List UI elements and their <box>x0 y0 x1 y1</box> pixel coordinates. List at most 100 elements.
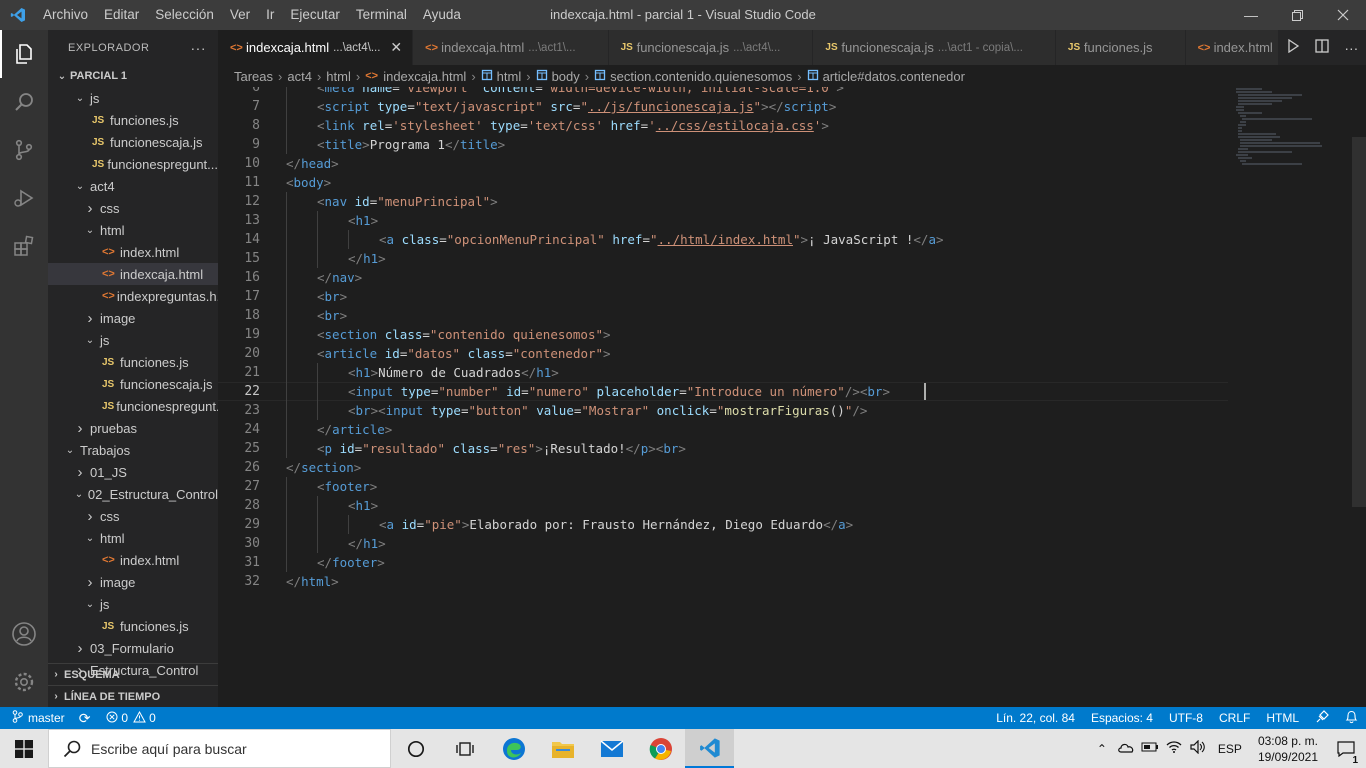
encoding[interactable]: UTF-8 <box>1161 711 1211 725</box>
menu-item[interactable]: Terminal <box>348 0 415 30</box>
notifications-icon[interactable]: 1 <box>1326 740 1366 766</box>
file-item[interactable]: JS funcionescaja.js <box>48 373 218 395</box>
breadcrumb-item[interactable]: article#datos.contenedor <box>823 69 965 84</box>
code-line[interactable]: 29 <a id="pie">Elaborado por: Frausto Her… <box>218 515 1228 534</box>
file-item[interactable]: JS funcionespregunt... <box>48 153 218 175</box>
folder-item[interactable]: › image <box>48 307 218 329</box>
folder-item[interactable]: ⌄ Trabajos <box>48 439 218 461</box>
folder-item[interactable]: ⌄ js <box>48 87 218 109</box>
code-line[interactable]: 25 <p id="resultado" class="res">¡Resulta… <box>218 439 1228 458</box>
file-item[interactable]: <> indexcaja.html <box>48 263 218 285</box>
folder-item[interactable]: › css <box>48 505 218 527</box>
language-mode[interactable]: HTML <box>1258 711 1307 725</box>
folder-item[interactable]: ⌄ html <box>48 219 218 241</box>
outline-section[interactable]: › ESQUEMA <box>48 663 218 685</box>
menu-item[interactable]: Archivo <box>35 0 96 30</box>
code-line[interactable]: 32 </html> <box>218 572 1228 591</box>
onedrive-icon[interactable] <box>1114 741 1138 756</box>
editor-tab[interactable]: <> indexcaja.html ...\act1\... <box>413 30 609 65</box>
code-editor[interactable]: 6 <meta name="viewport" content="width=de… <box>218 87 1366 707</box>
breadcrumb-item[interactable]: act4 <box>287 69 312 84</box>
file-item[interactable]: JS funcionespregunt... <box>48 395 218 417</box>
folder-item[interactable]: › pruebas <box>48 417 218 439</box>
edge-icon[interactable] <box>489 729 538 768</box>
close-tab-icon[interactable]: ✕ <box>390 39 402 56</box>
vertical-scrollbar[interactable] <box>1352 137 1366 507</box>
folder-item[interactable]: ⌄ js <box>48 329 218 351</box>
file-item[interactable]: <> index.html <box>48 241 218 263</box>
code-line[interactable]: 20 <article id="datos" class="contenedor"… <box>218 344 1228 363</box>
editor-tab[interactable]: <> indexcaja.html ...\act4\... ✕ <box>218 30 414 65</box>
code-line[interactable]: 12 <nav id="menuPrincipal"> <box>218 192 1228 211</box>
code-line[interactable]: 13 <h1> <box>218 211 1228 230</box>
feedback-icon[interactable] <box>1307 709 1337 727</box>
account-icon[interactable] <box>0 610 48 658</box>
code-line[interactable]: 26 </section> <box>218 458 1228 477</box>
code-line[interactable]: 31 </footer> <box>218 553 1228 572</box>
mail-icon[interactable] <box>587 729 636 768</box>
extensions-icon[interactable] <box>0 222 48 270</box>
notifications-bell-icon[interactable] <box>1337 710 1366 727</box>
minimap[interactable] <box>1232 87 1352 167</box>
run-icon[interactable] <box>1286 38 1300 56</box>
folder-item[interactable]: ⌄ 02_Estructura_Control <box>48 483 218 505</box>
breadcrumb-item[interactable]: section.contenido.quienesomos <box>610 69 792 84</box>
branch-name[interactable]: master <box>28 711 65 725</box>
code-line[interactable]: 15 </h1> <box>218 249 1228 268</box>
code-line[interactable]: 9 <title>Programa 1</title> <box>218 135 1228 154</box>
folder-item[interactable]: ⌄ html <box>48 527 218 549</box>
more-actions-icon[interactable]: ··· <box>191 40 207 56</box>
folder-item[interactable]: › 01_JS <box>48 461 218 483</box>
volume-icon[interactable] <box>1186 739 1210 757</box>
cursor-position[interactable]: Lín. 22, col. 84 <box>988 711 1083 725</box>
end-of-line[interactable]: CRLF <box>1211 711 1258 725</box>
explorer-icon[interactable] <box>0 30 48 78</box>
file-item[interactable]: JS funciones.js <box>48 351 218 373</box>
breadcrumb-item[interactable]: html <box>497 69 522 84</box>
taskbar-search-box[interactable]: Escribe aquí para buscar <box>48 729 391 768</box>
code-line[interactable]: 24 </article> <box>218 420 1228 439</box>
folder-item[interactable]: › 03_Formulario <box>48 637 218 659</box>
editor-tab[interactable]: JS funcionescaja.js ...\act4\... <box>608 30 814 65</box>
code-line[interactable]: 17 <br> <box>218 287 1228 306</box>
code-line[interactable]: 27 <footer> <box>218 477 1228 496</box>
input-language[interactable]: ESP <box>1210 742 1250 756</box>
file-item[interactable]: JS funciones.js <box>48 109 218 131</box>
folder-item[interactable]: ⌄ act4 <box>48 175 218 197</box>
code-line[interactable]: 8 <link rel='stylesheet' type='text/css' … <box>218 116 1228 135</box>
error-count[interactable]: 0 <box>121 711 128 725</box>
code-line[interactable]: 28 <h1> <box>218 496 1228 515</box>
battery-icon[interactable] <box>1138 741 1162 756</box>
editor-tab[interactable]: JS funciones.js <box>1055 30 1186 65</box>
warning-count[interactable]: 0 <box>149 711 156 725</box>
menu-item[interactable]: Editar <box>96 0 147 30</box>
minimize-icon[interactable]: — <box>1228 0 1274 30</box>
vscode-taskbar-icon[interactable] <box>685 729 734 768</box>
windows-start-icon[interactable] <box>0 729 48 768</box>
code-line[interactable]: 14 <a class="opcionMenuPrincipal" href=".… <box>218 230 1228 249</box>
menu-item[interactable]: Ver <box>222 0 258 30</box>
source-control-icon[interactable] <box>0 126 48 174</box>
chevron-up-icon[interactable]: ⌃ <box>1090 742 1114 756</box>
code-line[interactable]: 22 <input type="number" id="numero" place… <box>218 382 1228 401</box>
more-actions-icon[interactable]: ··· <box>1344 40 1358 56</box>
menu-item[interactable]: Ayuda <box>415 0 469 30</box>
workspace-root[interactable]: ⌄ PARCIAL 1 <box>48 65 218 87</box>
file-explorer-icon[interactable] <box>538 729 587 768</box>
wifi-icon[interactable] <box>1162 740 1186 757</box>
restore-icon[interactable] <box>1274 0 1320 30</box>
code-line[interactable]: 16 </nav> <box>218 268 1228 287</box>
search-icon[interactable] <box>0 78 48 126</box>
code-line[interactable]: 21 <h1>Número de Cuadrados</h1> <box>218 363 1228 382</box>
chrome-icon[interactable] <box>636 729 685 768</box>
file-item[interactable]: <> index.html <box>48 549 218 571</box>
breadcrumb-item[interactable]: html <box>326 69 351 84</box>
breadcrumb-item[interactable]: Tareas <box>234 69 273 84</box>
editor-tab[interactable]: JS funcionescaja.js ...\act1 - copia\... <box>813 30 1056 65</box>
menu-item[interactable]: Selección <box>147 0 222 30</box>
menu-item[interactable]: Ir <box>258 0 282 30</box>
code-line[interactable]: 6 <meta name="viewport" content="width=de… <box>218 87 1228 97</box>
indentation[interactable]: Espacios: 4 <box>1083 711 1161 725</box>
breadcrumb-item[interactable]: indexcaja.html <box>383 69 466 84</box>
settings-gear-icon[interactable] <box>0 658 48 706</box>
